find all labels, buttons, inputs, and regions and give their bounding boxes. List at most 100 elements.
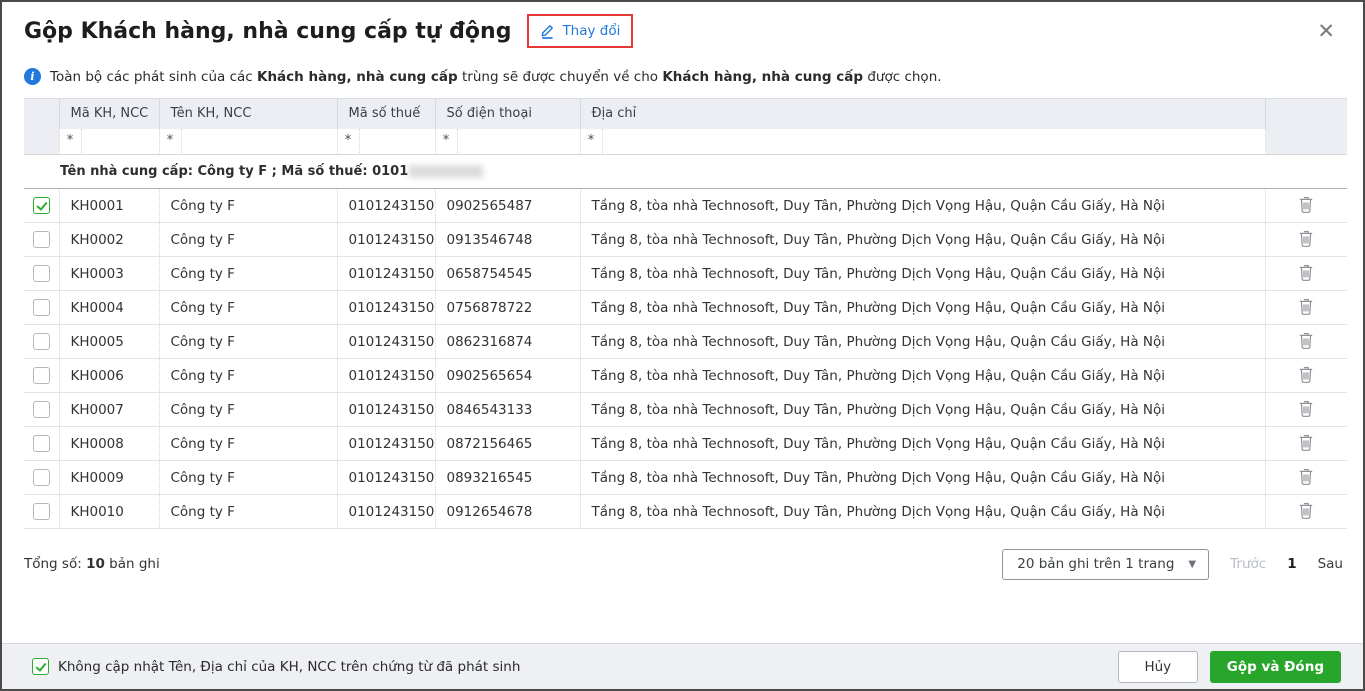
filter-operator[interactable]: * <box>160 129 182 154</box>
cell-tax-code: 0101243150 <box>337 460 436 495</box>
current-page[interactable]: 1 <box>1287 556 1296 572</box>
info-banner: i Toàn bộ các phát sinh của các Khách hà… <box>2 60 1363 93</box>
change-button[interactable]: Thay đổi <box>532 19 629 43</box>
trash-icon[interactable] <box>1295 261 1317 285</box>
cell-phone: 0846543133 <box>435 392 581 427</box>
trash-icon[interactable] <box>1295 431 1317 455</box>
trash-icon[interactable] <box>1295 499 1317 523</box>
page-title: Gộp Khách hàng, nhà cung cấp tự động <box>24 18 512 44</box>
info-icon: i <box>24 68 41 85</box>
filter-address-input[interactable] <box>602 130 1264 153</box>
merge-and-close-button[interactable]: Gộp và Đóng <box>1209 650 1341 683</box>
filter-name-input[interactable] <box>181 130 336 153</box>
cell-tax-code: 0101243150 <box>337 290 436 325</box>
trash-icon[interactable] <box>1295 193 1317 217</box>
column-header-address[interactable]: Địa chỉ <box>580 98 1266 129</box>
cell-tax-code: 0101243150 <box>337 358 436 393</box>
no-update-checkbox-box[interactable] <box>32 658 49 675</box>
cell-address: Tầng 8, tòa nhà Technosoft, Duy Tân, Phư… <box>580 358 1266 393</box>
row-checkbox[interactable] <box>32 197 50 214</box>
cell-address: Tầng 8, tòa nhà Technosoft, Duy Tân, Phư… <box>580 290 1266 325</box>
next-page-button[interactable]: Sau <box>1318 556 1343 572</box>
page-size-value: 20 bản ghi trên 1 trang <box>1017 556 1175 572</box>
table-header-row: Mã KH, NCC Tên KH, NCC Mã số thuế Số điệ… <box>24 98 1347 129</box>
row-checkbox[interactable] <box>32 435 50 452</box>
row-checkbox[interactable] <box>32 401 50 418</box>
cell-phone: 0872156465 <box>435 426 581 461</box>
group-header-row: Tên nhà cung cấp: Công ty F ; Mã số thuế… <box>24 154 1347 189</box>
trash-icon[interactable] <box>1295 397 1317 421</box>
table-row: KH0005 Công ty F 0101243150 0862316874 T… <box>24 324 1347 359</box>
cell-code: KH0002 <box>59 222 160 257</box>
cell-address: Tầng 8, tòa nhà Technosoft, Duy Tân, Phư… <box>580 494 1266 529</box>
pencil-icon <box>540 23 555 39</box>
group-header-text: Tên nhà cung cấp: Công ty F ; Mã số thuế… <box>60 164 409 179</box>
table-row: KH0007 Công ty F 0101243150 0846543133 T… <box>24 392 1347 427</box>
row-checkbox[interactable] <box>32 265 50 282</box>
cell-code: KH0005 <box>59 324 160 359</box>
prev-page-button[interactable]: Trước <box>1230 556 1266 572</box>
filter-code-input[interactable] <box>81 130 158 153</box>
trash-icon[interactable] <box>1295 295 1317 319</box>
cell-address: Tầng 8, tòa nhà Technosoft, Duy Tân, Phư… <box>580 460 1266 495</box>
filter-operator[interactable]: * <box>436 129 458 154</box>
row-checkbox[interactable] <box>32 469 50 486</box>
no-update-checkbox[interactable]: Không cập nhật Tên, Địa chỉ của KH, NCC … <box>32 658 520 675</box>
row-checkbox[interactable] <box>32 299 50 316</box>
row-checkbox[interactable] <box>32 231 50 248</box>
trash-icon[interactable] <box>1295 227 1317 251</box>
dialog-header: Gộp Khách hàng, nhà cung cấp tự động Tha… <box>2 2 1363 60</box>
cell-address: Tầng 8, tòa nhà Technosoft, Duy Tân, Phư… <box>580 256 1266 291</box>
cell-address: Tầng 8, tòa nhà Technosoft, Duy Tân, Phư… <box>580 426 1266 461</box>
close-icon[interactable]: ✕ <box>1313 19 1339 44</box>
cell-code: KH0008 <box>59 426 160 461</box>
table-footer: Tổng số: 10 bản ghi 20 bản ghi trên 1 tr… <box>24 548 1343 580</box>
total-records: Tổng số: 10 bản ghi <box>24 556 160 572</box>
table-row: KH0003 Công ty F 0101243150 0658754545 T… <box>24 256 1347 291</box>
filter-operator[interactable]: * <box>338 129 360 154</box>
cell-tax-code: 0101243150 <box>337 392 436 427</box>
row-checkbox[interactable] <box>32 333 50 350</box>
filter-phone-input[interactable] <box>457 130 579 153</box>
filter-tax-input[interactable] <box>359 130 434 153</box>
no-update-checkbox-label: Không cập nhật Tên, Địa chỉ của KH, NCC … <box>58 658 521 675</box>
cell-name: Công ty F <box>159 256 338 291</box>
action-buttons: Hủy Gộp và Đóng <box>1117 650 1341 683</box>
filter-operator[interactable]: * <box>581 129 603 154</box>
filter-actions-cell <box>1265 128 1347 155</box>
page-size-select[interactable]: 20 bản ghi trên 1 trang ▼ <box>1002 548 1210 580</box>
table-row: KH0001 Công ty F 0101243150 0902565487 T… <box>24 188 1347 223</box>
info-text: Toàn bộ các phát sinh của các Khách hàng… <box>50 68 942 85</box>
column-header-name[interactable]: Tên KH, NCC <box>159 98 338 129</box>
cell-code: KH0007 <box>59 392 160 427</box>
change-button-label: Thay đổi <box>562 23 621 39</box>
table-row: KH0002 Công ty F 0101243150 0913546748 T… <box>24 222 1347 257</box>
column-header-phone[interactable]: Số điện thoại <box>435 98 581 129</box>
cell-address: Tầng 8, tòa nhà Technosoft, Duy Tân, Phư… <box>580 188 1266 223</box>
cancel-button[interactable]: Hủy <box>1117 650 1198 683</box>
column-header-tax[interactable]: Mã số thuế <box>337 98 436 129</box>
table-filter-row: * * * * * <box>24 128 1347 155</box>
header-actions-cell <box>1265 98 1347 129</box>
cell-tax-code: 0101243150 <box>337 256 436 291</box>
cell-name: Công ty F <box>159 460 338 495</box>
row-checkbox[interactable] <box>32 503 50 520</box>
cell-tax-code: 0101243150 <box>337 494 436 529</box>
cell-address: Tầng 8, tòa nhà Technosoft, Duy Tân, Phư… <box>580 222 1266 257</box>
cell-phone: 0902565487 <box>435 188 581 223</box>
trash-icon[interactable] <box>1295 363 1317 387</box>
cell-code: KH0003 <box>59 256 160 291</box>
filter-checkbox-cell <box>24 128 60 155</box>
row-checkbox[interactable] <box>32 367 50 384</box>
cell-phone: 0862316874 <box>435 324 581 359</box>
column-header-code[interactable]: Mã KH, NCC <box>59 98 160 129</box>
trash-icon[interactable] <box>1295 465 1317 489</box>
trash-icon[interactable] <box>1295 329 1317 353</box>
filter-operator[interactable]: * <box>60 129 82 154</box>
cell-phone: 0902565654 <box>435 358 581 393</box>
cell-code: KH0010 <box>59 494 160 529</box>
table-row: KH0010 Công ty F 0101243150 0912654678 T… <box>24 494 1347 529</box>
cell-phone: 0893216545 <box>435 460 581 495</box>
cell-name: Công ty F <box>159 222 338 257</box>
cell-name: Công ty F <box>159 494 338 529</box>
